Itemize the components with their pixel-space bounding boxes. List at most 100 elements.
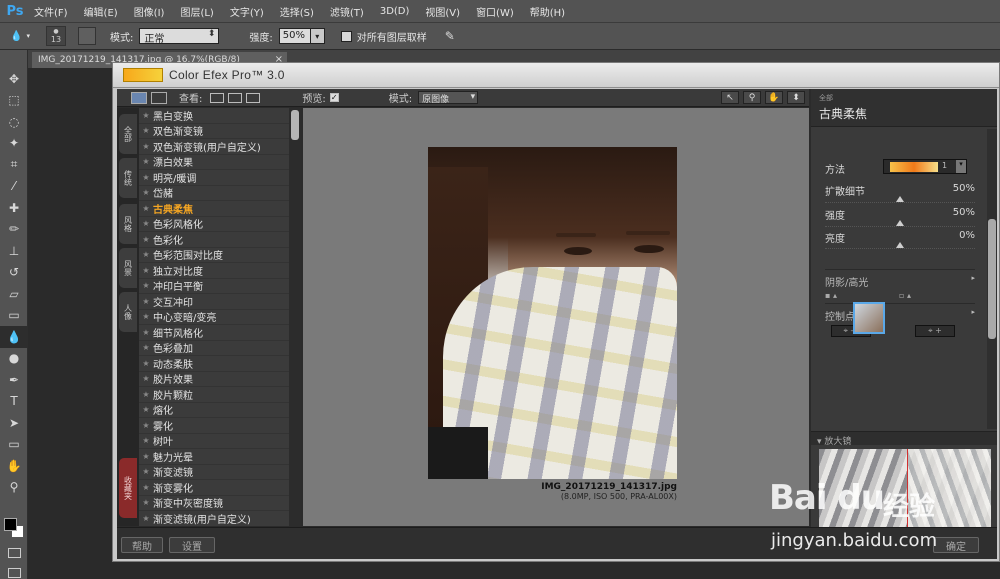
favorite-star-icon[interactable]: ★ bbox=[139, 157, 153, 166]
hand-tool-icon[interactable]: ✋ bbox=[0, 455, 28, 477]
pressure-icon[interactable]: ✎ bbox=[441, 27, 459, 45]
settings-button[interactable]: 设置 bbox=[169, 537, 215, 553]
filter-item[interactable]: ★ 中心变暗/变亮 bbox=[139, 310, 289, 325]
strength-slider-knob[interactable] bbox=[896, 220, 904, 226]
dialog-title-bar[interactable]: Color Efex Pro™ 3.0 bbox=[113, 63, 999, 88]
filter-item[interactable]: ★ 色彩范围对比度 bbox=[139, 248, 289, 263]
zoom-icon[interactable]: ⚲ bbox=[743, 91, 761, 104]
favorite-star-icon[interactable]: ★ bbox=[139, 173, 153, 182]
foreground-color-swatch[interactable] bbox=[4, 518, 17, 531]
diffuse-slider[interactable] bbox=[825, 195, 975, 203]
menu-edit[interactable]: 编辑(E) bbox=[76, 4, 126, 19]
filter-list-scroll-thumb[interactable] bbox=[291, 110, 299, 140]
favorite-star-icon[interactable]: ★ bbox=[139, 467, 153, 476]
type-tool-icon[interactable]: T bbox=[0, 391, 28, 413]
filter-item[interactable]: ★ 渐变中灰密度镜 bbox=[139, 496, 289, 511]
filter-item[interactable]: ★ 漂白效果 bbox=[139, 155, 289, 170]
tab-all[interactable]: 全部 bbox=[119, 114, 137, 154]
compare-icon[interactable]: ⬍ bbox=[787, 91, 805, 104]
pen-tool-icon[interactable]: ✒ bbox=[0, 369, 28, 391]
filter-item[interactable]: ★ 色彩化 bbox=[139, 232, 289, 248]
menu-3d[interactable]: 3D(D) bbox=[372, 6, 418, 17]
diffuse-slider-knob[interactable] bbox=[896, 196, 904, 202]
filter-item[interactable]: ★ 渐变雾化 bbox=[139, 480, 289, 496]
tab-stylizing[interactable]: 风格 bbox=[119, 204, 137, 244]
favorite-star-icon[interactable]: ★ bbox=[139, 498, 153, 507]
tab-favorites[interactable]: 收藏夹 bbox=[119, 458, 137, 518]
filter-item[interactable]: ★ 胶片颗粒 bbox=[139, 387, 289, 403]
tab-landscape[interactable]: 风景 bbox=[119, 248, 137, 288]
sample-all-layers[interactable]: 对所有图层取样 bbox=[340, 29, 427, 44]
filter-item[interactable]: ★ 冲印白平衡 bbox=[139, 279, 289, 294]
favorite-star-icon[interactable]: ★ bbox=[139, 235, 153, 244]
stamp-tool-icon[interactable]: ⊥ bbox=[0, 240, 28, 262]
menu-help[interactable]: 帮助(H) bbox=[522, 4, 573, 19]
favorite-star-icon[interactable]: ★ bbox=[139, 266, 153, 275]
marquee-tool-icon[interactable]: ⬚ bbox=[0, 90, 28, 112]
eyedropper-tool-icon[interactable]: ⁄ bbox=[0, 176, 28, 198]
favorite-star-icon[interactable]: ★ bbox=[139, 436, 153, 445]
strength-input[interactable]: 50% bbox=[278, 28, 311, 44]
panel-scrollbar[interactable] bbox=[987, 129, 997, 429]
filter-item[interactable]: ★ 黑白变换 bbox=[139, 108, 289, 124]
filter-item[interactable]: ★ 双色渐变镜(用户自定义) bbox=[139, 139, 289, 155]
lasso-tool-icon[interactable]: ◌ bbox=[0, 111, 28, 133]
filter-item[interactable]: ★ 色彩风格化 bbox=[139, 217, 289, 232]
thumbnail-card[interactable] bbox=[853, 302, 885, 334]
zoom-tool-icon[interactable]: ⚲ bbox=[0, 477, 28, 499]
favorite-star-icon[interactable]: ★ bbox=[139, 219, 153, 228]
favorite-star-icon[interactable]: ★ bbox=[139, 204, 153, 213]
menu-select[interactable]: 选择(S) bbox=[272, 4, 322, 19]
brightness-slider[interactable] bbox=[825, 241, 975, 249]
filter-item[interactable]: ★ 交互冲印 bbox=[139, 294, 289, 310]
view-mode-2-button[interactable] bbox=[228, 92, 243, 103]
strength-slider[interactable] bbox=[825, 219, 975, 227]
dodge-tool-icon[interactable]: ● bbox=[0, 348, 28, 370]
filter-item[interactable]: ★ 动态柔肤 bbox=[139, 356, 289, 372]
move-tool-icon[interactable]: ✥ bbox=[0, 68, 28, 90]
brush-panel-button[interactable] bbox=[78, 27, 96, 45]
filter-item[interactable]: ★ 熔化 bbox=[139, 403, 289, 418]
preview-area[interactable]: IMG_20171219_141317.jpg (8.0MP, ISO 500,… bbox=[303, 108, 809, 526]
menu-image[interactable]: 图像(I) bbox=[126, 4, 173, 19]
brush-size-picker[interactable]: ● 13 bbox=[46, 26, 66, 46]
menu-file[interactable]: 文件(F) bbox=[30, 4, 76, 19]
history-brush-icon[interactable]: ↺ bbox=[0, 262, 28, 284]
split-view-button[interactable] bbox=[151, 91, 167, 104]
favorite-star-icon[interactable]: ★ bbox=[139, 374, 153, 383]
menu-view[interactable]: 视图(V) bbox=[417, 4, 468, 19]
favorite-star-icon[interactable]: ★ bbox=[139, 142, 153, 151]
menu-type[interactable]: 文字(Y) bbox=[222, 4, 272, 19]
help-button[interactable]: 帮助 bbox=[121, 537, 163, 553]
ok-button[interactable]: 确定 bbox=[933, 537, 979, 553]
method-select[interactable]: 1 ▾ bbox=[883, 159, 967, 174]
sample-all-checkbox[interactable] bbox=[340, 30, 352, 42]
preview-checkbox[interactable]: ✓ bbox=[329, 93, 339, 102]
toolbox-grip[interactable] bbox=[0, 50, 27, 68]
view-mode-3-button[interactable] bbox=[246, 92, 261, 103]
tab-traditional[interactable]: 传统 bbox=[119, 158, 137, 198]
menu-layer[interactable]: 图层(L) bbox=[172, 4, 221, 19]
eraser-tool-icon[interactable]: ▱ bbox=[0, 283, 28, 305]
favorite-star-icon[interactable]: ★ bbox=[139, 328, 153, 337]
filter-item[interactable]: ★ 色彩叠加 bbox=[139, 341, 289, 356]
add-control-point-button[interactable]: ⌖ + bbox=[915, 325, 955, 337]
brush-tool-icon[interactable]: ✏ bbox=[0, 219, 28, 241]
filter-item[interactable]: ★ 渐变滤镜 bbox=[139, 465, 289, 480]
favorite-star-icon[interactable]: ★ bbox=[139, 281, 153, 290]
brightness-slider-knob[interactable] bbox=[896, 242, 904, 248]
gradient-tool-icon[interactable]: ▭ bbox=[0, 305, 28, 327]
healing-brush-icon[interactable]: ✚ bbox=[0, 197, 28, 219]
filter-item[interactable]: ★ 魅力光晕 bbox=[139, 449, 289, 465]
filter-item[interactable]: ★ 双色渐变镜 bbox=[139, 124, 289, 139]
filter-item[interactable]: ★ 独立对比度 bbox=[139, 263, 289, 279]
filter-list-scrollbar[interactable] bbox=[289, 108, 301, 526]
favorite-star-icon[interactable]: ★ bbox=[139, 452, 153, 461]
screen-mode-icon[interactable] bbox=[8, 568, 21, 578]
filter-item[interactable]: ★ 树叶 bbox=[139, 434, 289, 449]
crop-tool-icon[interactable]: ⌗ bbox=[0, 154, 28, 176]
quick-mask-icon[interactable] bbox=[8, 548, 21, 558]
shadows-section[interactable]: 阴影/高光 ▸ bbox=[825, 269, 975, 289]
tool-preset-picker[interactable]: 💧 ▾ bbox=[0, 25, 40, 47]
favorite-star-icon[interactable]: ★ bbox=[139, 312, 153, 321]
